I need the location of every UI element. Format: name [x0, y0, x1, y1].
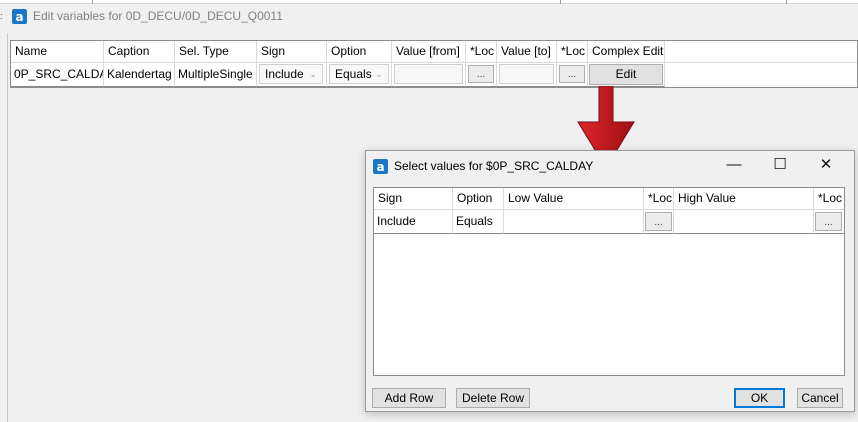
complex-edit-button[interactable]: Edit [589, 64, 663, 85]
column-header-low-value[interactable]: Low Value [504, 188, 644, 210]
maximize-button[interactable]: ☐ [765, 153, 795, 177]
low-value-browse-button[interactable]: ... [645, 212, 672, 231]
cell-option[interactable]: Equals [453, 210, 504, 234]
cell-caption[interactable]: Kalendertag [104, 63, 175, 87]
column-header-option[interactable]: Option [327, 41, 392, 63]
chevron-down-icon: ⌄ [375, 69, 383, 79]
cell-sign[interactable]: Include [374, 210, 453, 234]
cell-loc-from: ... [466, 63, 497, 87]
cell-low-value [504, 210, 644, 234]
ok-button[interactable]: OK [734, 388, 785, 408]
sign-dropdown-value: Include [265, 67, 304, 81]
app-logo-icon: a [373, 159, 388, 174]
column-header-sign[interactable]: Sign [257, 41, 327, 63]
column-header-filler [665, 41, 857, 63]
value-from-browse-button[interactable]: ... [468, 65, 494, 83]
value-to-browse-button[interactable]: ... [559, 65, 585, 83]
top-window-strip [0, 0, 858, 4]
column-header-name[interactable]: Name [11, 41, 104, 63]
sign-dropdown[interactable]: Include ⌄ [259, 64, 323, 84]
value-to-input[interactable] [499, 64, 554, 84]
column-header-value-from[interactable]: Value [from] [392, 41, 466, 63]
cell-high-value [674, 210, 814, 234]
close-button[interactable]: ✕ [811, 153, 841, 177]
top-strip-divider [92, 0, 93, 4]
column-header-value-to[interactable]: Value [to] [497, 41, 557, 63]
column-header-loc-from[interactable]: *Loc [466, 41, 497, 63]
option-dropdown-value: Equals [335, 67, 372, 81]
minimize-button[interactable]: — [719, 153, 749, 177]
variables-table: Name Caption Sel. Type Sign Option Value… [10, 40, 858, 88]
cancel-button[interactable]: Cancel [797, 388, 843, 408]
cell-option: Equals ⌄ [327, 63, 392, 87]
cell-complex-edit: Edit [588, 63, 665, 87]
window-title: Edit variables for 0D_DECU/0D_DECU_Q0011 [33, 9, 283, 23]
low-value-input[interactable] [504, 210, 643, 232]
top-strip-divider [560, 0, 561, 4]
delete-row-button[interactable]: Delete Row [456, 388, 530, 408]
cell-loc-low: ... [644, 210, 674, 234]
left-edge-marker: : [0, 11, 3, 21]
cell-sel-type[interactable]: MultipleSingle [175, 63, 257, 87]
column-header-high-value[interactable]: High Value [674, 188, 814, 210]
cell-loc-to: ... [557, 63, 588, 87]
cell-value-to [497, 63, 557, 87]
values-table: Sign Option Low Value *Loc High Value *L… [373, 187, 845, 376]
column-header-caption[interactable]: Caption [104, 41, 175, 63]
high-value-input[interactable] [674, 210, 813, 232]
high-value-browse-button[interactable]: ... [815, 212, 842, 231]
column-header-option[interactable]: Option [453, 188, 504, 210]
cell-variable-name[interactable]: 0P_SRC_CALDAY [11, 63, 104, 87]
column-header-loc-low[interactable]: *Loc [644, 188, 674, 210]
dialog-title: Select values for $0P_SRC_CALDAY [394, 159, 594, 173]
cell-loc-high: ... [814, 210, 844, 234]
column-header-complex-edit[interactable]: Complex Edit [588, 41, 665, 63]
value-from-input[interactable] [394, 64, 463, 84]
select-values-dialog: a Select values for $0P_SRC_CALDAY — ☐ ✕… [365, 150, 855, 412]
top-strip-divider [786, 0, 787, 4]
column-header-loc-high[interactable]: *Loc [814, 188, 844, 210]
add-row-button[interactable]: Add Row [372, 388, 446, 408]
app-logo-icon: a [12, 9, 27, 24]
column-header-sign[interactable]: Sign [374, 188, 453, 210]
option-dropdown[interactable]: Equals ⌄ [329, 64, 389, 84]
column-header-sel-type[interactable]: Sel. Type [175, 41, 257, 63]
cell-sign: Include ⌄ [257, 63, 327, 87]
chevron-down-icon: ⌄ [309, 69, 317, 79]
cell-value-from [392, 63, 466, 87]
column-header-loc-to[interactable]: *Loc [557, 41, 588, 63]
